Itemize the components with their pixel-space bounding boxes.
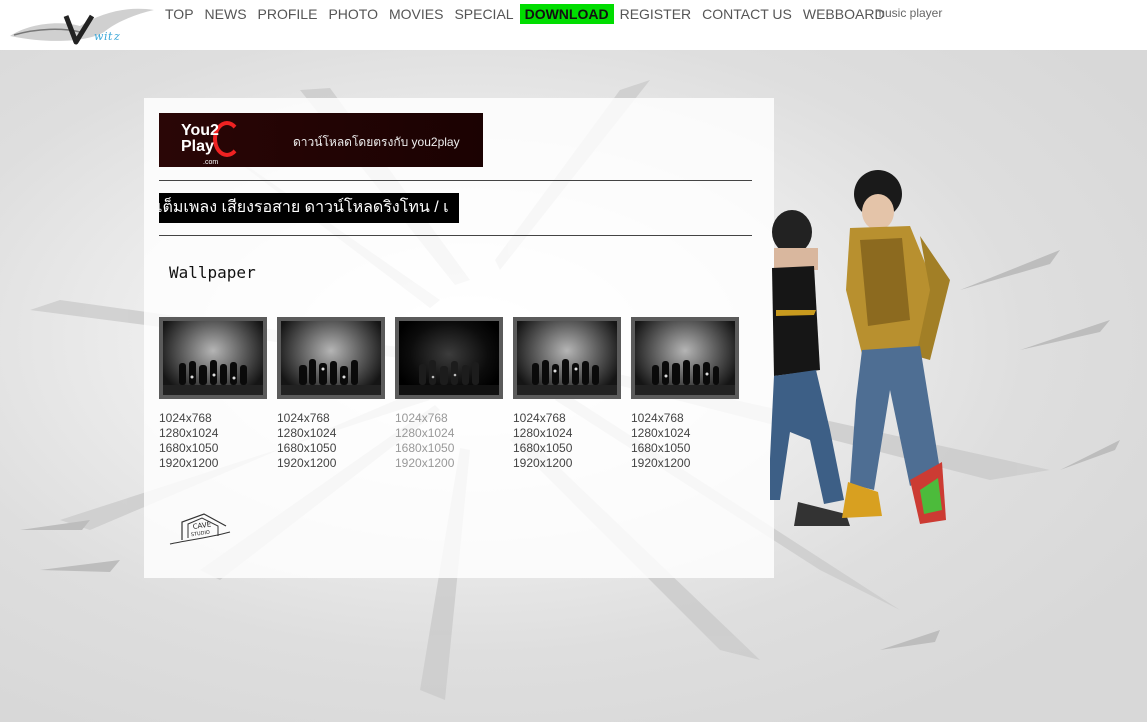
nav-news[interactable]: NEWS bbox=[200, 4, 252, 24]
svg-text:z: z bbox=[113, 30, 120, 43]
size-link[interactable]: 1680x1050 bbox=[159, 441, 218, 456]
nav-top[interactable]: TOP bbox=[160, 4, 199, 24]
size-link[interactable]: 1920x1200 bbox=[277, 456, 336, 471]
size-link[interactable]: 1920x1200 bbox=[395, 456, 454, 471]
size-link[interactable]: 1680x1050 bbox=[395, 441, 454, 456]
nav-movies[interactable]: MOVIES bbox=[384, 4, 448, 24]
size-link[interactable]: 1024x768 bbox=[159, 411, 218, 426]
you2play-banner[interactable]: You2 Play .com ดาวน์โหลดโดยตรงกับ you2pl… bbox=[159, 113, 483, 167]
size-link[interactable]: 1920x1200 bbox=[513, 456, 572, 471]
download-content-panel: You2 Play .com ดาวน์โหลดโดยตรงกับ you2pl… bbox=[144, 98, 774, 578]
svg-text:i: i bbox=[104, 30, 108, 43]
size-link[interactable]: 1920x1200 bbox=[631, 456, 690, 471]
wallpaper-image bbox=[517, 321, 617, 395]
nav-register[interactable]: REGISTER bbox=[615, 4, 697, 24]
size-link[interactable]: 1280x1024 bbox=[159, 426, 218, 441]
main-nav: TOP NEWS PROFILE PHOTO MOVIES SPECIAL DO… bbox=[160, 4, 891, 24]
size-link[interactable]: 1024x768 bbox=[395, 411, 454, 426]
marquee-text: เต็มเพลง เสียงรอสาย ดาวน์โหลดริงโทน / เ bbox=[159, 199, 449, 216]
wallpaper-size-list: 1024x768 1280x1024 1680x1050 1920x1200 bbox=[631, 411, 690, 471]
nav-contact-us[interactable]: CONTACT US bbox=[697, 4, 797, 24]
size-link[interactable]: 1280x1024 bbox=[631, 426, 690, 441]
wallpaper-size-list: 1024x768 1280x1024 1680x1050 1920x1200 bbox=[277, 411, 336, 471]
nav-profile[interactable]: PROFILE bbox=[253, 4, 323, 24]
size-link[interactable]: 1024x768 bbox=[631, 411, 690, 426]
nav-download[interactable]: DOWNLOAD bbox=[519, 4, 614, 24]
size-link[interactable]: 1280x1024 bbox=[395, 426, 454, 441]
nav-photo[interactable]: PHOTO bbox=[323, 4, 383, 24]
wallpaper-thumbnail[interactable] bbox=[631, 317, 739, 399]
site-header: w i t z TOP NEWS PROFILE PHOTO MOVIES SP… bbox=[0, 0, 1147, 50]
music-player-link[interactable]: music player bbox=[875, 6, 942, 20]
size-link[interactable]: 1024x768 bbox=[513, 411, 572, 426]
wallpaper-image bbox=[399, 321, 499, 395]
wallpaper-image bbox=[281, 321, 381, 395]
divider-top bbox=[159, 180, 752, 181]
banner-text: ดาวน์โหลดโดยตรงกับ you2play bbox=[293, 135, 460, 149]
size-link[interactable]: 1680x1050 bbox=[277, 441, 336, 456]
divider-bottom bbox=[159, 235, 752, 236]
size-link[interactable]: 1680x1050 bbox=[513, 441, 572, 456]
ringtone-marquee[interactable]: เต็มเพลง เสียงรอสาย ดาวน์โหลดริงโทน / เ bbox=[159, 193, 459, 223]
section-title: Wallpaper bbox=[169, 263, 256, 282]
cave-studio-logo[interactable]: CAVE STUDIO bbox=[168, 510, 232, 548]
artist-photo bbox=[770, 170, 950, 526]
wallpaper-thumbnail[interactable] bbox=[277, 317, 385, 399]
wallpaper-thumbnail[interactable] bbox=[395, 317, 503, 399]
wallpaper-size-list: 1024x768 1280x1024 1680x1050 1920x1200 bbox=[513, 411, 572, 471]
wallpaper-thumbnail[interactable] bbox=[159, 317, 267, 399]
you2play-logo: You2 Play .com bbox=[181, 122, 219, 167]
wallpaper-image bbox=[635, 321, 735, 395]
wallpaper-thumbnail[interactable] bbox=[513, 317, 621, 399]
wallpaper-size-list: 1024x768 1280x1024 1680x1050 1920x1200 bbox=[395, 411, 454, 471]
size-link[interactable]: 1280x1024 bbox=[277, 426, 336, 441]
site-logo[interactable]: w i t z bbox=[8, 2, 156, 46]
svg-text:t: t bbox=[108, 30, 113, 43]
size-link[interactable]: 1024x768 bbox=[277, 411, 336, 426]
nav-special[interactable]: SPECIAL bbox=[449, 4, 518, 24]
size-link[interactable]: 1920x1200 bbox=[159, 456, 218, 471]
wallpaper-size-list: 1024x768 1280x1024 1680x1050 1920x1200 bbox=[159, 411, 218, 471]
size-link[interactable]: 1280x1024 bbox=[513, 426, 572, 441]
svg-text:w: w bbox=[94, 30, 104, 43]
wallpaper-image bbox=[163, 321, 263, 395]
size-link[interactable]: 1680x1050 bbox=[631, 441, 690, 456]
